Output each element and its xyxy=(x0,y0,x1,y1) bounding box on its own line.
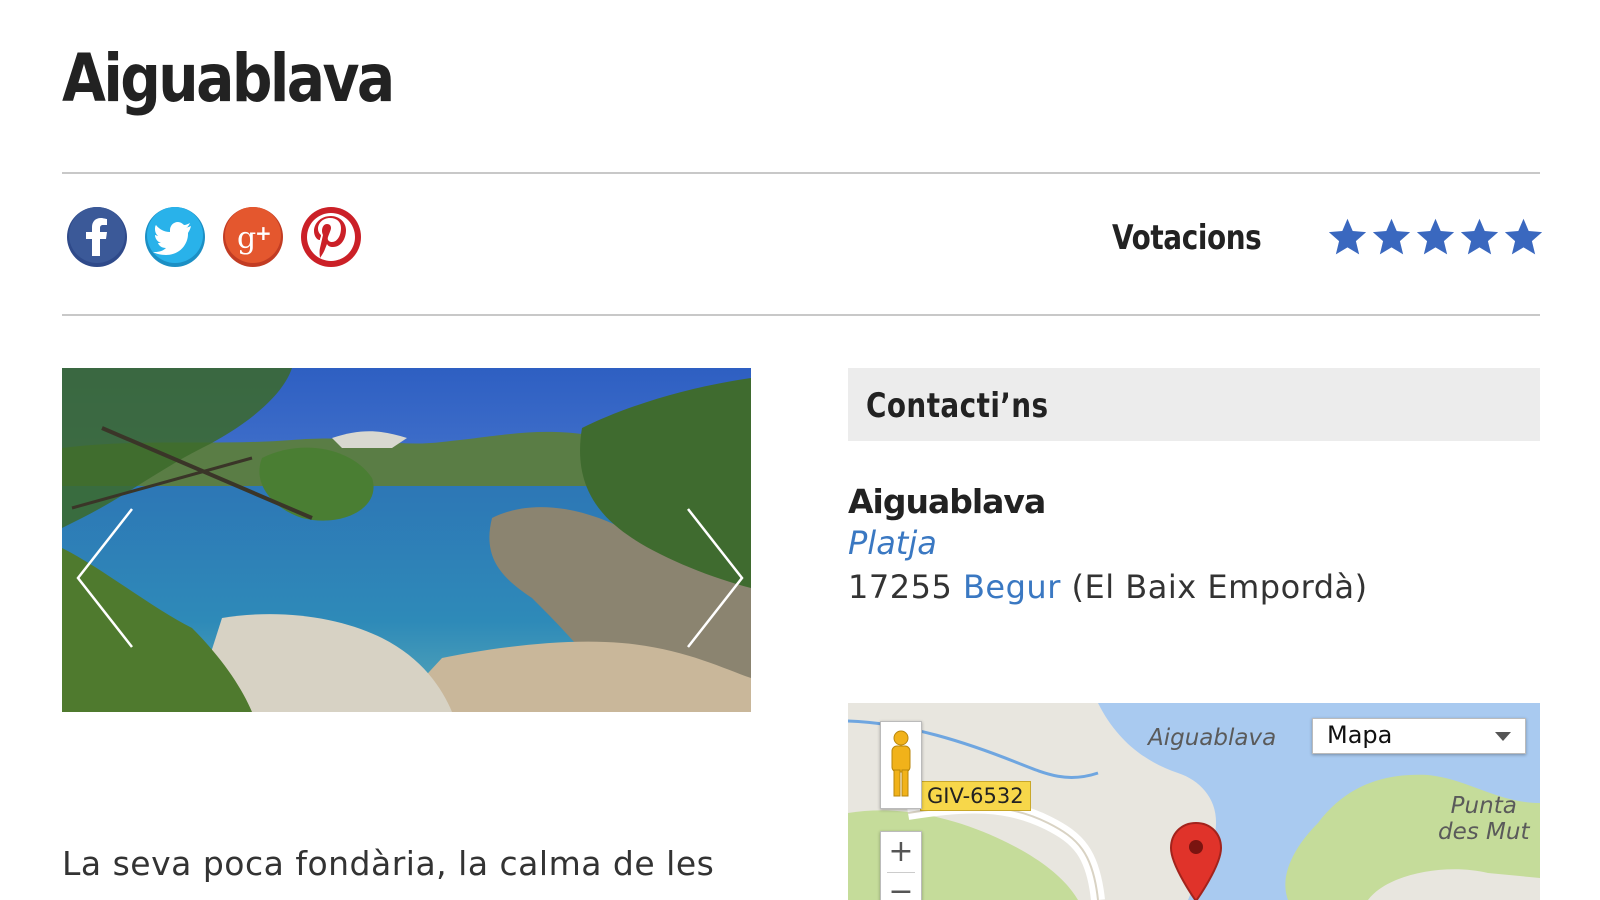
chevron-left-icon xyxy=(76,508,133,648)
star-icon[interactable] xyxy=(1458,216,1501,259)
contact-header-title: Contacti’ns xyxy=(866,386,1049,426)
zoom-out-button[interactable]: − xyxy=(881,872,921,900)
twitter-icon xyxy=(145,207,205,267)
chevron-right-icon xyxy=(687,508,744,648)
map-point-label-line1: Punta xyxy=(1450,793,1517,819)
map-point-label: Punta des Mut xyxy=(1438,793,1529,845)
contact-header: Contacti’ns xyxy=(848,368,1540,441)
map-pin-icon[interactable] xyxy=(1168,821,1224,900)
map-type-select[interactable]: Mapa xyxy=(1312,718,1526,754)
pinterest-share-button[interactable] xyxy=(300,206,362,268)
description-text: La seva poca fondària, la calma de les xyxy=(62,844,715,883)
map-type-value: Mapa xyxy=(1327,721,1393,749)
divider-bottom xyxy=(62,314,1540,316)
google-plus-share-button[interactable]: g + xyxy=(222,206,284,268)
chevron-down-icon xyxy=(1495,732,1511,741)
twitter-share-button[interactable] xyxy=(144,206,206,268)
street-view-pegman[interactable] xyxy=(880,721,922,809)
map-point-label-line2: des Mut xyxy=(1438,819,1530,845)
star-icon[interactable] xyxy=(1502,216,1545,259)
star-icon[interactable] xyxy=(1326,216,1369,259)
contact-type-link[interactable]: Platja xyxy=(848,524,937,562)
star-icon[interactable] xyxy=(1370,216,1413,259)
road-badge: GIV-6532 xyxy=(920,781,1031,811)
town-link[interactable]: Begur xyxy=(963,568,1061,606)
rating-label: Votacions xyxy=(1112,218,1262,258)
map-zoom-control: + − xyxy=(880,831,922,900)
rating-stars[interactable] xyxy=(1326,216,1545,259)
gallery-prev-button[interactable] xyxy=(74,505,134,651)
pinterest-icon xyxy=(301,207,361,267)
contact-name: Aiguablava xyxy=(848,482,1046,521)
gallery-next-button[interactable] xyxy=(686,505,746,651)
star-icon[interactable] xyxy=(1414,216,1457,259)
zoom-in-button[interactable]: + xyxy=(881,832,921,872)
location-map[interactable]: Aiguablava Punta des Mut GIV-6532 + − Ma… xyxy=(848,703,1540,900)
google-plus-icon: g + xyxy=(223,207,283,267)
svg-text:+: + xyxy=(255,221,272,245)
divider-top xyxy=(62,172,1540,174)
postal-code: 17255 xyxy=(848,568,953,606)
svg-text:g: g xyxy=(237,221,256,256)
share-bar: g + xyxy=(66,206,362,268)
pegman-icon xyxy=(891,730,911,797)
page-title: Aiguablava xyxy=(62,40,395,117)
facebook-share-button[interactable] xyxy=(66,206,128,268)
photo-gallery xyxy=(62,368,751,712)
beach-photo xyxy=(62,368,751,712)
region: (El Baix Empordà) xyxy=(1071,568,1368,606)
map-place-label: Aiguablava xyxy=(1148,725,1277,751)
facebook-icon xyxy=(67,207,127,267)
contact-address: 17255 Begur (El Baix Empordà) xyxy=(848,568,1368,606)
